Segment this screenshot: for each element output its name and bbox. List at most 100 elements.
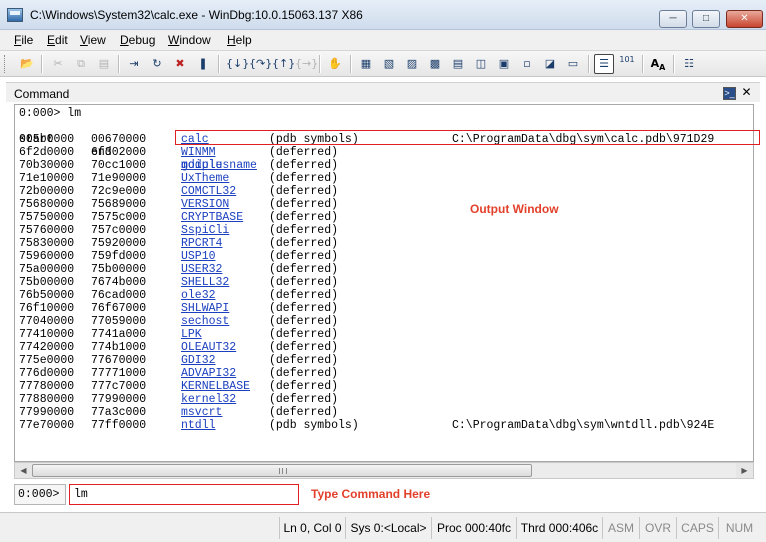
module-name-link[interactable]: GDI32 — [181, 354, 216, 367]
module-name-link[interactable]: USP10 — [181, 250, 216, 263]
close-button[interactable]: ✕ — [726, 10, 763, 28]
module-row: 70b30000 70cc1000 gdiplus (deferred) — [19, 159, 753, 172]
module-name-link[interactable]: gdiplus — [181, 159, 229, 172]
module-symbol-status: (deferred) — [269, 172, 339, 185]
module-name-link[interactable]: VERSION — [181, 198, 229, 211]
module-name-link[interactable]: ntdll — [181, 419, 216, 432]
module-end-address: 759fd000 — [91, 250, 147, 263]
menu-view[interactable]: View — [80, 33, 106, 47]
module-name-link[interactable]: USER32 — [181, 263, 222, 276]
module-end-address: 70cc1000 — [91, 159, 147, 172]
windbg-app-icon[interactable] — [7, 8, 23, 22]
module-name-link[interactable]: KERNELBASE — [181, 380, 250, 393]
toolbar-separator — [319, 55, 320, 73]
horizontal-scrollbar[interactable]: ◀ ▶ — [14, 462, 754, 479]
module-row: 76f10000 76f67000 SHLWAPI (deferred) — [19, 302, 753, 315]
module-symbol-status: (deferred) — [269, 302, 339, 315]
disassembly-window-icon[interactable]: ▣ — [494, 54, 514, 74]
toolbar-grip[interactable] — [4, 55, 7, 73]
module-end-address: 7575c000 — [91, 211, 147, 224]
source-window-icon[interactable]: ▭ — [563, 54, 583, 74]
locals-window-icon[interactable]: ▨ — [402, 54, 422, 74]
stop-debugging-icon[interactable]: ✖ — [170, 54, 190, 74]
module-symbol-status: (deferred) — [269, 185, 339, 198]
restart-icon[interactable]: ↻ — [147, 54, 167, 74]
menu-help[interactable]: Help — [227, 33, 252, 47]
source-mode-icon[interactable]: ☰ — [594, 54, 614, 74]
module-name-link[interactable]: WINMM — [181, 146, 216, 159]
module-name-link[interactable]: RPCRT4 — [181, 237, 222, 250]
memory-window-icon[interactable]: ▤ — [448, 54, 468, 74]
module-name-link[interactable]: SspiCli — [181, 224, 229, 237]
menu-debug[interactable]: Debug — [120, 33, 155, 47]
call-stack-icon[interactable]: ◫ — [471, 54, 491, 74]
scratch-pad-icon[interactable]: ▫ — [517, 54, 537, 74]
module-symbol-status: (deferred) — [269, 393, 339, 406]
dock-icon[interactable]: >_ — [723, 87, 736, 100]
go-icon[interactable]: ⇥ — [124, 54, 144, 74]
menu-file[interactable]: File — [14, 33, 33, 47]
menu-edit[interactable]: Edit — [47, 33, 68, 47]
status-bar: Ln 0, Col 0 Sys 0:<Local> Proc 000:40fc … — [0, 512, 766, 542]
module-name-link[interactable]: msvcrt — [181, 406, 222, 419]
module-row: 71e10000 71e90000 UxTheme (deferred) — [19, 172, 753, 185]
module-name-link[interactable]: ADVAPI32 — [181, 367, 236, 380]
module-row: 6f2d0000 6f302000 WINMM (deferred) — [19, 146, 753, 159]
menu-accelerator: H — [227, 33, 236, 47]
paste-icon[interactable]: ▤ — [94, 54, 114, 74]
binary-mode-icon[interactable]: 101 — [617, 54, 637, 74]
step-out-icon[interactable]: {↑} — [272, 54, 295, 74]
module-start-address: 77040000 — [19, 315, 75, 328]
input-annotation: Type Command Here — [311, 487, 431, 501]
module-row: 75830000 75920000 RPCRT4 (deferred) — [19, 237, 753, 250]
scroll-left-icon[interactable]: ◀ — [15, 463, 32, 478]
module-row: 76b50000 76cad000 ole32 (deferred) — [19, 289, 753, 302]
set-breakpoint-icon[interactable]: ✋ — [325, 54, 345, 74]
copy-icon[interactable]: ⧉ — [71, 54, 91, 74]
minimize-button[interactable]: ─ — [659, 10, 687, 28]
scrollbar-thumb[interactable] — [32, 464, 532, 477]
output-window[interactable]: 0:000> lm start end module name 005b0000… — [14, 104, 754, 462]
module-name-link[interactable]: OLEAUT32 — [181, 341, 236, 354]
module-name-link[interactable]: sechost — [181, 315, 229, 328]
break-icon[interactable]: ❚ — [193, 54, 213, 74]
module-name-link[interactable]: SHELL32 — [181, 276, 229, 289]
maximize-button[interactable]: □ — [692, 10, 720, 28]
module-symbol-status: (deferred) — [269, 341, 339, 354]
scroll-right-icon[interactable]: ▶ — [736, 463, 753, 478]
options-icon[interactable]: ☷ — [679, 54, 699, 74]
module-name-link[interactable]: UxTheme — [181, 172, 229, 185]
step-into-icon[interactable]: {↓} — [226, 54, 249, 74]
watch-window-icon[interactable]: ▧ — [379, 54, 399, 74]
output-window-annotation: Output Window — [470, 202, 559, 216]
run-to-cursor-icon[interactable]: {→} — [295, 54, 318, 74]
module-row: 75a00000 75b00000 USER32 (deferred) — [19, 263, 753, 276]
open-folder-icon[interactable]: 📂 — [17, 54, 37, 74]
module-name-link[interactable]: kernel32 — [181, 393, 236, 406]
close-pane-icon[interactable]: ✕ — [740, 86, 753, 100]
font-icon[interactable]: AA — [648, 54, 668, 74]
cut-icon[interactable]: ✂ — [48, 54, 68, 74]
module-name-link[interactable]: LPK — [181, 328, 202, 341]
menu-window[interactable]: Window — [168, 33, 211, 47]
module-start-address: 75680000 — [19, 198, 75, 211]
module-start-address: 775e0000 — [19, 354, 75, 367]
menu-accelerator: E — [47, 33, 56, 47]
module-name-link[interactable]: SHLWAPI — [181, 302, 229, 315]
step-over-icon[interactable]: {↷} — [249, 54, 272, 74]
module-row: 75960000 759fd000 USP10 (deferred) — [19, 250, 753, 263]
command-window-icon[interactable]: ▦ — [356, 54, 376, 74]
menu-accelerator: F — [14, 33, 22, 47]
module-symbol-status: (deferred) — [269, 328, 339, 341]
processes-threads-icon[interactable]: ◪ — [540, 54, 560, 74]
module-symbol-status: (deferred) — [269, 367, 339, 380]
module-row: 75b00000 7674b000 SHELL32 (deferred) — [19, 276, 753, 289]
module-start-address: 75a00000 — [19, 263, 75, 276]
module-name-link[interactable]: COMCTL32 — [181, 185, 236, 198]
module-name-link[interactable]: CRYPTBASE — [181, 211, 243, 224]
registers-window-icon[interactable]: ▩ — [425, 54, 445, 74]
toolbar-separator — [350, 55, 351, 73]
module-start-address: 005b0000 — [19, 133, 75, 146]
module-name-link[interactable]: ole32 — [181, 289, 216, 302]
module-start-address: 72b00000 — [19, 185, 75, 198]
